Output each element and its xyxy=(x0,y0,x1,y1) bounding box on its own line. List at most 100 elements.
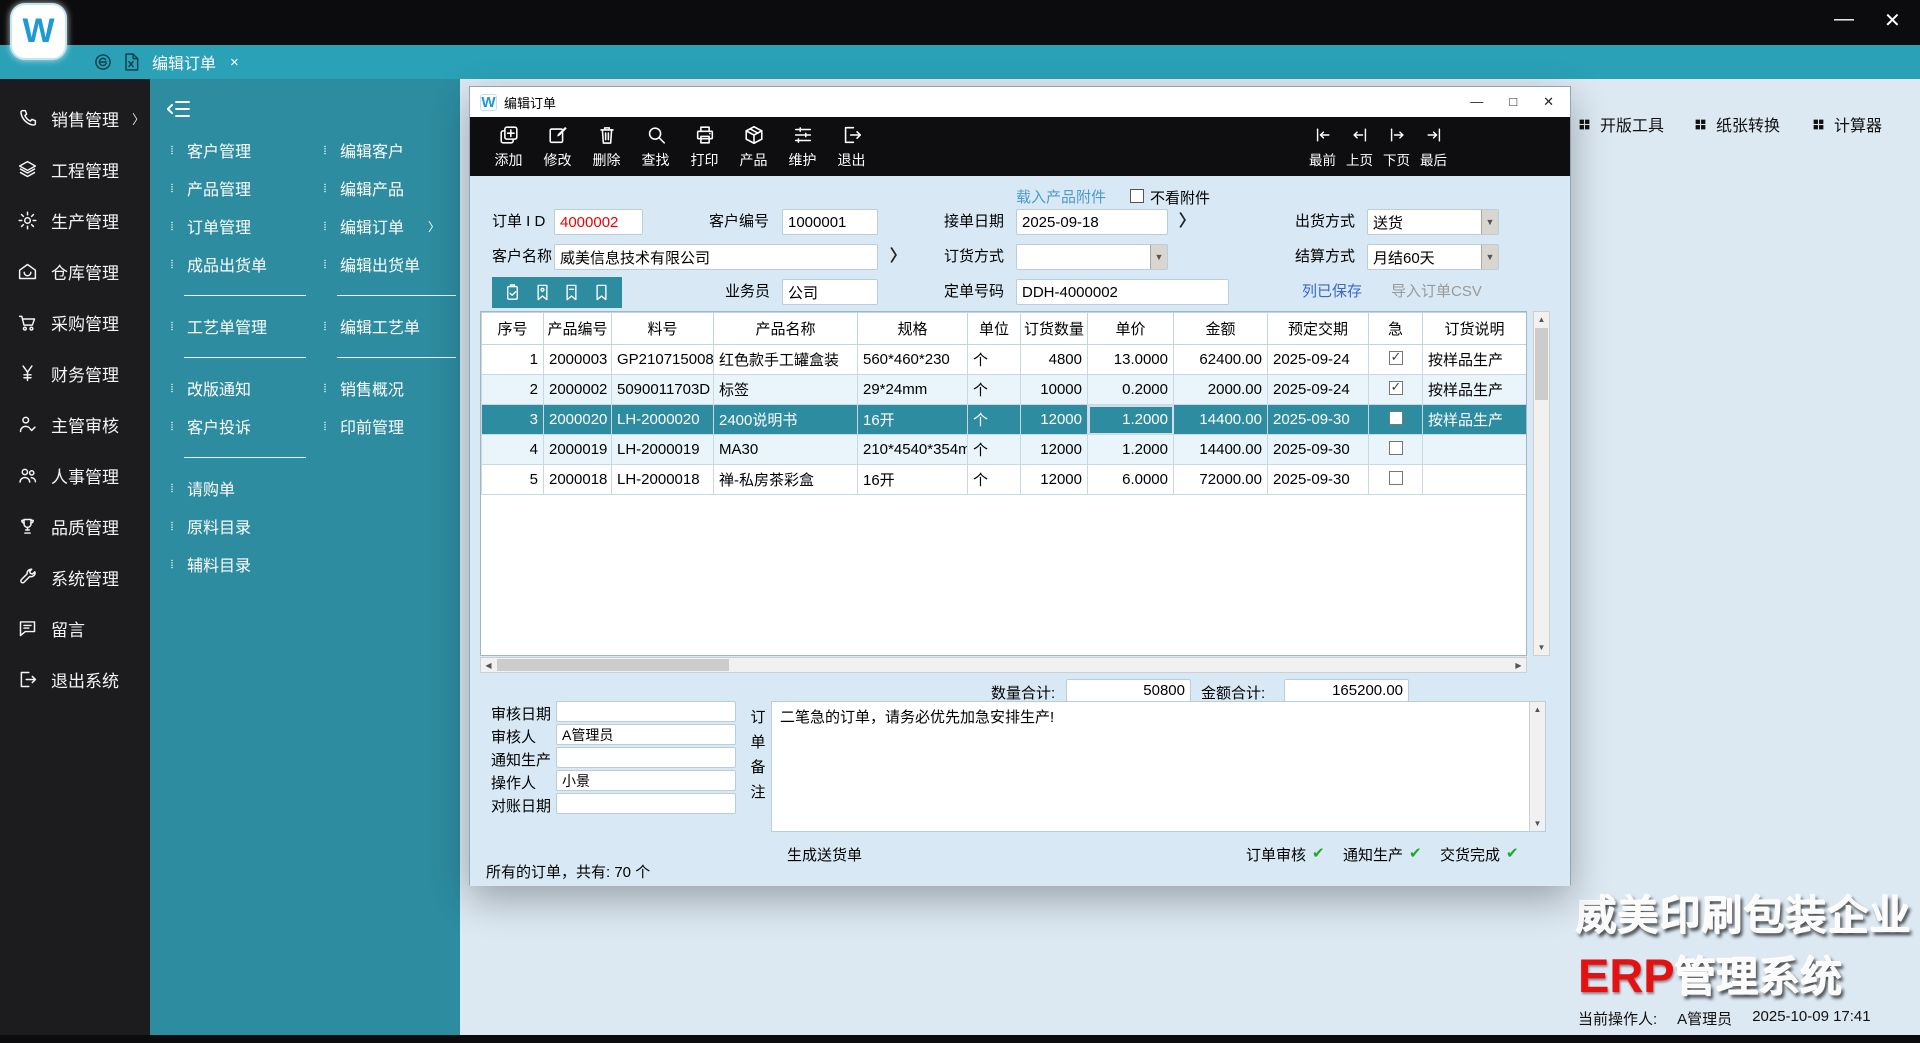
sidebar-item[interactable]: 人事管理 xyxy=(0,450,150,501)
unit-cell[interactable]: 个 xyxy=(968,375,1021,405)
material-no-cell[interactable]: LH-2000020 xyxy=(612,405,714,435)
columns-saved-link[interactable]: 列已保存 xyxy=(1302,280,1362,301)
scroll-right-icon[interactable]: ▶ xyxy=(1511,658,1526,673)
load-attachment-link[interactable]: 载入产品附件 xyxy=(1016,186,1106,207)
urgent-checkbox[interactable] xyxy=(1389,471,1403,485)
scroll-down-icon[interactable]: ▼ xyxy=(1534,640,1549,655)
unit-cell[interactable]: 个 xyxy=(968,345,1021,375)
delivery-cell[interactable]: 2025-09-30 xyxy=(1268,405,1369,435)
toolbar-button-5[interactable]: 打印 xyxy=(680,124,729,170)
amount-cell[interactable]: 14400.00 xyxy=(1174,405,1268,435)
submenu-item[interactable]: 编辑工艺单 xyxy=(313,307,460,345)
chevron-down-icon[interactable]: ▼ xyxy=(1481,245,1498,269)
delivery-complete-status[interactable]: 交货完成 ✔ xyxy=(1440,844,1519,865)
unit-cell[interactable]: 个 xyxy=(968,435,1021,465)
product-code-cell[interactable]: 2000002 xyxy=(544,375,612,405)
sidebar-item[interactable]: 生产管理 xyxy=(0,195,150,246)
material-no-cell[interactable]: GP210715008 xyxy=(612,345,714,375)
review-field[interactable] xyxy=(556,747,736,768)
scroll-down-icon[interactable]: ▼ xyxy=(1530,816,1545,831)
sidebar-item[interactable]: 财务管理 xyxy=(0,348,150,399)
spec-cell[interactable]: 16开 xyxy=(858,405,968,435)
toolbar-button-8[interactable]: 退出 xyxy=(827,124,876,170)
dialog-maximize-icon[interactable]: □ xyxy=(1509,94,1517,110)
submenu-item[interactable]: 编辑产品 xyxy=(313,169,460,207)
urgent-cell[interactable] xyxy=(1369,435,1423,465)
product-name-cell[interactable]: 标签 xyxy=(714,375,858,405)
dialog-close-icon[interactable]: ✕ xyxy=(1543,94,1554,110)
delivery-cell[interactable]: 2025-09-30 xyxy=(1268,435,1369,465)
date-picker-chevron[interactable]: 〉 xyxy=(1179,209,1195,235)
note-cell[interactable] xyxy=(1423,435,1527,465)
column-header[interactable]: 急 xyxy=(1369,313,1423,345)
column-header[interactable]: 产品名称 xyxy=(714,313,858,345)
bookmark-person-icon[interactable] xyxy=(533,283,552,302)
unit-cell[interactable]: 个 xyxy=(968,405,1021,435)
column-header[interactable]: 订货数量 xyxy=(1021,313,1088,345)
review-field[interactable] xyxy=(556,770,736,791)
order-no-field[interactable] xyxy=(1016,279,1229,305)
customer-name-field[interactable] xyxy=(554,244,878,270)
delivery-cell[interactable]: 2025-09-30 xyxy=(1268,465,1369,495)
clipboard-check-icon[interactable] xyxy=(503,283,522,302)
sidebar-item[interactable]: 工程管理 xyxy=(0,144,150,195)
column-header[interactable]: 规格 xyxy=(858,313,968,345)
order-date-field[interactable] xyxy=(1016,209,1168,235)
delivery-cell[interactable]: 2025-09-24 xyxy=(1268,345,1369,375)
urgent-cell[interactable] xyxy=(1369,375,1423,405)
bookmark-lines-icon[interactable] xyxy=(562,283,581,302)
nav-button-1[interactable]: 最前 xyxy=(1304,125,1341,169)
price-cell[interactable]: 0.2000 xyxy=(1088,375,1174,405)
hide-attachment-checkbox[interactable] xyxy=(1130,189,1144,203)
table-row[interactable]: 12000003GP210715008红色款手工罐盒装560*460*230个4… xyxy=(482,345,1527,375)
customer-no-field[interactable] xyxy=(782,209,878,235)
settlement-select[interactable]: 月结60天 ▼ xyxy=(1367,244,1499,270)
price-cell[interactable]: 6.0000 xyxy=(1088,465,1174,495)
nav-button-3[interactable]: 下页 xyxy=(1378,125,1415,169)
amount-cell[interactable]: 2000.00 xyxy=(1174,375,1268,405)
submenu-item[interactable]: 改版通知 xyxy=(160,369,310,407)
submenu-item[interactable]: 编辑订单〉 xyxy=(313,207,460,245)
scroll-left-icon[interactable]: ◀ xyxy=(481,658,496,673)
spec-cell[interactable]: 16开 xyxy=(858,465,968,495)
order-method-select[interactable]: ▼ xyxy=(1016,244,1168,270)
material-no-cell[interactable]: 5090011703D xyxy=(612,375,714,405)
review-field[interactable] xyxy=(556,724,736,745)
note-cell[interactable]: 按样品生产 xyxy=(1423,375,1527,405)
seq-cell[interactable]: 2 xyxy=(482,375,544,405)
product-code-cell[interactable]: 2000019 xyxy=(544,435,612,465)
submenu-item[interactable]: 印前管理 xyxy=(313,407,460,445)
submenu-item[interactable]: 客户管理 xyxy=(160,131,310,169)
toolbar-button-3[interactable]: 删除 xyxy=(582,124,631,170)
note-scrollbar[interactable]: ▲ ▼ xyxy=(1529,702,1545,831)
seq-cell[interactable]: 1 xyxy=(482,345,544,375)
table-row[interactable]: 220000025090011703D标签29*24mm个100000.2000… xyxy=(482,375,1527,405)
spreadsheet-icon[interactable] xyxy=(121,52,141,72)
unit-cell[interactable]: 个 xyxy=(968,465,1021,495)
tab-close-icon[interactable]: × xyxy=(230,54,239,71)
product-name-cell[interactable]: 红色款手工罐盒装 xyxy=(714,345,858,375)
sidebar-item[interactable]: 采购管理 xyxy=(0,297,150,348)
review-field[interactable] xyxy=(556,701,736,722)
note-cell[interactable] xyxy=(1423,465,1527,495)
table-vertical-scrollbar[interactable]: ▲ ▼ xyxy=(1533,311,1550,656)
spec-cell[interactable]: 210*4540*354mm xyxy=(858,435,968,465)
urgent-cell[interactable] xyxy=(1369,465,1423,495)
column-header[interactable]: 订货说明 xyxy=(1423,313,1527,345)
material-no-cell[interactable]: LH-2000018 xyxy=(612,465,714,495)
table-row[interactable]: 52000018LH-2000018禅-私房茶彩盒16开个120006.0000… xyxy=(482,465,1527,495)
qty-cell[interactable]: 10000 xyxy=(1021,375,1088,405)
table-horizontal-scrollbar[interactable]: ◀ ▶ xyxy=(480,657,1527,673)
sidebar-item[interactable]: 销售管理〉 xyxy=(0,93,150,144)
order-note-textarea[interactable]: 二笔急的订单，请务必优先加急安排生产! xyxy=(771,701,1546,832)
collapse-menu-icon[interactable] xyxy=(165,95,193,123)
submenu-item[interactable]: 编辑出货单 xyxy=(313,245,460,283)
import-csv-link[interactable]: 导入订单CSV xyxy=(1391,280,1482,301)
toolbar-button-6[interactable]: 产品 xyxy=(729,124,778,170)
spec-cell[interactable]: 29*24mm xyxy=(858,375,968,405)
seq-cell[interactable]: 4 xyxy=(482,435,544,465)
nav-button-2[interactable]: 上页 xyxy=(1341,125,1378,169)
urgent-checkbox[interactable] xyxy=(1389,441,1403,455)
product-name-cell[interactable]: 禅-私房茶彩盒 xyxy=(714,465,858,495)
submenu-item[interactable]: 请购单 xyxy=(160,469,310,507)
